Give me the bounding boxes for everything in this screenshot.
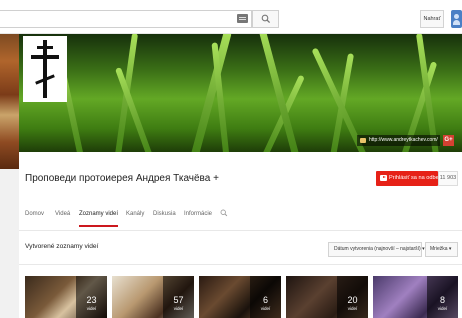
playlist-count-label: videí (173, 306, 184, 311)
website-icon (360, 138, 366, 143)
avatar[interactable] (451, 10, 462, 28)
playlist-count-label: videí (260, 306, 271, 311)
playlist-count: 6 (262, 295, 268, 305)
banner-website-link[interactable]: http://www.andreytkachev.com/ (357, 135, 440, 146)
banner-link-text: http://www.andreytkachev.com/ (369, 137, 438, 143)
search-icon (261, 14, 271, 24)
channel-logo[interactable] (23, 36, 67, 102)
playlist-count-overlay: 20 videí (337, 276, 368, 318)
sort-dropdown[interactable]: Dátum vytvorenia (najnovší – najstarší) … (328, 242, 425, 257)
background-image (0, 34, 19, 169)
channel-search-icon[interactable] (220, 209, 228, 217)
divider (19, 230, 462, 231)
playlist-thumbnail[interactable]: 20 videí (286, 276, 368, 318)
tab-domov[interactable]: Domov (25, 211, 44, 217)
tab-zoznamy-videi[interactable]: Zoznamy videí (79, 211, 118, 217)
active-tab-indicator (79, 225, 118, 227)
playlist-count-label: videí (347, 306, 358, 311)
search-button[interactable] (252, 10, 279, 28)
tab-informacie[interactable]: Informácie (184, 211, 212, 217)
view-dropdown[interactable]: Mriežka ▾ (425, 242, 458, 257)
playlist-count: 20 (347, 295, 358, 305)
keyboard-icon[interactable] (237, 14, 248, 23)
upload-button[interactable]: Nahrať (420, 10, 444, 28)
playlist-count-overlay: 8 videí (427, 276, 458, 318)
playlist-count: 23 (86, 295, 97, 305)
orthodox-cross-icon (31, 40, 59, 98)
google-plus-link[interactable]: G+ (443, 135, 454, 146)
playlist-count-overlay: 6 videí (250, 276, 281, 318)
playlist-count: 8 (439, 295, 445, 305)
playlist-thumbnail[interactable]: 23 videí (25, 276, 107, 318)
divider (19, 264, 462, 265)
subscribe-label: Prihlásiť sa na odber (389, 175, 441, 181)
playlist-thumbnail[interactable]: 6 videí (199, 276, 281, 318)
section-title: Vytvorené zoznamy videí (25, 243, 99, 250)
subscribe-button[interactable]: Prihlásiť sa na odber (376, 171, 441, 186)
subscriber-count: 11 903 (438, 171, 458, 186)
tab-videa[interactable]: Videá (55, 211, 70, 217)
playlist-count-overlay: 23 videí (76, 276, 107, 318)
playlist-thumbnail[interactable]: 57 videí (112, 276, 194, 318)
playlist-thumbnail[interactable]: 8 videí (373, 276, 458, 318)
tab-kanaly[interactable]: Kanály (126, 211, 144, 217)
search-input[interactable] (0, 10, 252, 28)
playlist-count-label: videí (437, 306, 448, 311)
tab-diskusia[interactable]: Diskusia (153, 211, 176, 217)
playlist-count: 57 (173, 295, 184, 305)
playlist-count-label: videí (86, 306, 97, 311)
channel-title[interactable]: Проповеди протоиерея Андрея Ткачёва + (25, 173, 219, 184)
youtube-icon (380, 175, 387, 181)
masthead: Nahrať (0, 0, 462, 34)
playlist-count-overlay: 57 videí (163, 276, 194, 318)
